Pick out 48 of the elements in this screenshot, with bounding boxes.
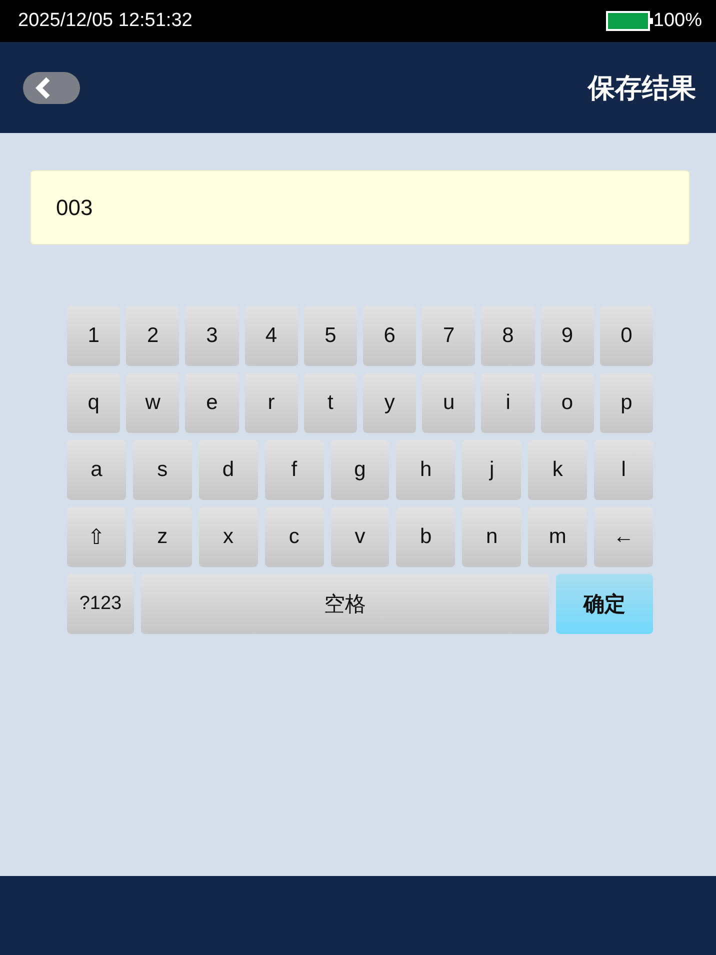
key[interactable]: 1: [67, 306, 120, 366]
key[interactable]: 8: [481, 306, 535, 366]
input-field[interactable]: 003: [30, 170, 690, 245]
chevron-left-icon: [33, 76, 53, 100]
key[interactable]: 9: [540, 306, 594, 366]
key[interactable]: c: [264, 507, 324, 567]
key[interactable]: a: [67, 440, 126, 500]
key[interactable]: f: [264, 440, 324, 500]
key[interactable]: 6: [363, 306, 416, 366]
key[interactable]: u: [422, 373, 476, 433]
key[interactable]: v: [330, 507, 390, 567]
key[interactable]: i: [481, 373, 535, 433]
key[interactable]: z: [132, 507, 192, 567]
key[interactable]: j: [462, 440, 522, 500]
key[interactable]: s: [132, 440, 192, 500]
page-title: 保存结果: [588, 72, 696, 104]
key[interactable]: 0: [600, 306, 654, 366]
space-key[interactable]: 空格: [141, 574, 549, 634]
key[interactable]: l: [594, 440, 654, 500]
key[interactable]: 3: [185, 306, 239, 366]
key[interactable]: ←: [594, 507, 654, 567]
key[interactable]: n: [462, 507, 522, 567]
back-button[interactable]: [23, 72, 80, 104]
status-datetime: 2025/12/05 12:51:32: [18, 10, 192, 32]
battery-percent: 100%: [653, 10, 702, 32]
key[interactable]: y: [363, 373, 416, 433]
confirm-key[interactable]: 确定: [556, 574, 653, 634]
key[interactable]: p: [600, 373, 654, 433]
key[interactable]: r: [244, 373, 298, 433]
key[interactable]: e: [185, 373, 239, 433]
key[interactable]: g: [330, 440, 390, 500]
key[interactable]: 7: [422, 306, 476, 366]
key[interactable]: w: [126, 373, 180, 433]
key[interactable]: o: [540, 373, 594, 433]
key[interactable]: h: [396, 440, 456, 500]
key[interactable]: q: [67, 373, 120, 433]
key[interactable]: 4: [244, 306, 298, 366]
key[interactable]: k: [528, 440, 588, 500]
key[interactable]: m: [528, 507, 588, 567]
battery-icon: [605, 10, 654, 32]
key[interactable]: x: [198, 507, 258, 567]
key[interactable]: b: [396, 507, 456, 567]
key[interactable]: ⇧: [67, 507, 126, 567]
key[interactable]: 2: [126, 306, 180, 366]
key[interactable]: d: [198, 440, 258, 500]
symbols-key[interactable]: ?123: [67, 574, 134, 634]
key[interactable]: t: [304, 373, 358, 433]
key[interactable]: 5: [304, 306, 358, 366]
